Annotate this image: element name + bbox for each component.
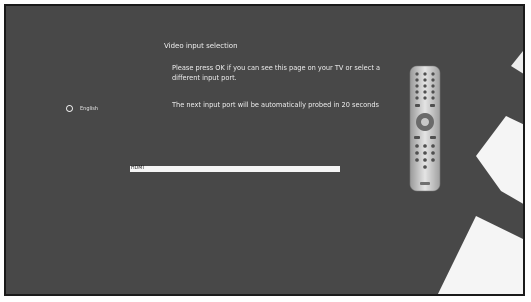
instruction-text: Please press OK if you can see this page…: [172, 64, 381, 82]
language-label: English: [80, 105, 99, 112]
input-port-label: HDMI: [131, 166, 144, 171]
radio-button-icon: [66, 105, 73, 112]
countdown-text: The next input port will be automaticall…: [172, 101, 379, 109]
page-title: Video input selection: [164, 42, 238, 50]
remote-control-icon: [409, 65, 441, 192]
input-port-bar-fill: [130, 166, 340, 172]
watermark-graphic: [437, 51, 523, 294]
language-option[interactable]: English: [66, 105, 98, 112]
input-port-bar[interactable]: HDMI: [130, 166, 340, 172]
tv-screen: Video input selection Please press OK if…: [4, 4, 525, 296]
